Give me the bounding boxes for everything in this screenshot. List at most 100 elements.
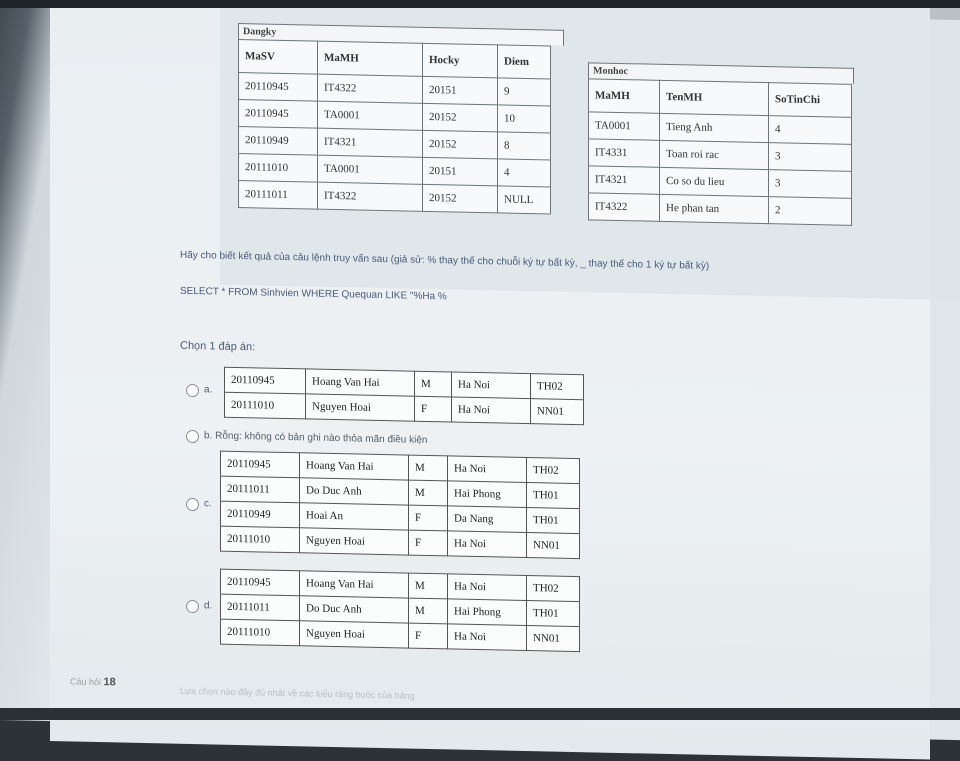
option-c-cell: TH01 [526, 482, 580, 509]
monhoc-cell: TA0001 [588, 111, 660, 141]
dangky-cell: 20111011 [238, 180, 318, 210]
option-a-cell: Hoang Van Hai [305, 368, 415, 397]
option-c-cell: M [408, 455, 448, 481]
dangky-cell: IT4322 [317, 182, 423, 212]
option-c-cell: Da Nang [447, 505, 527, 533]
next-question-indicator[interactable]: Câu hỏi 18 [70, 675, 116, 688]
monhoc-cell: Tieng Anh [659, 113, 769, 143]
question-label: Câu hỏi [70, 676, 102, 688]
monitor-bezel-top [0, 0, 960, 8]
monhoc-table-wrapper: Monhoc MaMH TenMH SoTinChi TA0001 Tieng Anh 4… [588, 62, 854, 226]
monhoc-cell: Toan roi rac [659, 140, 769, 170]
dangky-column-header: MaSV [238, 39, 318, 75]
monhoc-cell: IT4331 [588, 138, 660, 168]
question-number: 18 [103, 676, 116, 689]
dangky-cell: 20151 [422, 157, 498, 186]
option-d-cell: TH01 [526, 600, 580, 627]
dangky-cell: TA0001 [317, 155, 423, 185]
dangky-cell: IT4321 [317, 128, 423, 158]
option-c-cell: TH02 [526, 457, 580, 484]
option-c-cell: Do Duc Anh [299, 477, 409, 506]
option-d-cell: Ha Noi [447, 623, 527, 651]
option-a-cell: 20110945 [224, 367, 306, 394]
monitor-screen: Dangky MaSV MaMH Hocky Diem 20110945 IT4322 20… [0, 0, 960, 760]
monhoc-cell: IT4322 [588, 192, 660, 222]
option-a-cell: Ha Noi [451, 371, 531, 399]
monitor-bezel-bottom [0, 708, 960, 720]
dangky-cell: 20111010 [238, 153, 318, 183]
option-d-cell: M [408, 598, 448, 624]
dangky-cell: 20110945 [238, 99, 318, 129]
option-d-table[interactable]: 20110945 Hoang Van Hai M Ha Noi TH02 20111011… [220, 568, 580, 653]
option-d-radio[interactable] [186, 599, 199, 614]
dangky-cell: 20152 [422, 184, 498, 213]
dangky-cell: 20151 [422, 76, 498, 105]
option-c-cell: Ha Noi [447, 455, 527, 483]
option-d-cell: Hoang Van Hai [299, 570, 409, 599]
monhoc-column-header: SoTinChi [768, 82, 852, 118]
option-c-cell: Hoang Van Hai [299, 452, 409, 481]
option-c-cell: M [408, 480, 448, 506]
dangky-cell: 10 [497, 104, 551, 134]
dangky-cell: 8 [497, 131, 551, 161]
option-d-cell: M [408, 573, 448, 599]
option-d-cell: Hai Phong [447, 598, 527, 626]
dangky-cell: 4 [497, 158, 551, 188]
monhoc-column-header: TenMH [659, 80, 769, 116]
option-c-cell: Hai Phong [447, 480, 527, 508]
monhoc-cell: 3 [768, 169, 852, 199]
option-a-cell: NN01 [530, 398, 584, 425]
option-c-cell: NN01 [526, 532, 580, 559]
option-d-cell: Do Duc Anh [299, 595, 409, 624]
dangky-cell: TA0001 [317, 101, 423, 131]
dangky-column-header: Diem [497, 44, 551, 80]
dangky-cell: 20152 [422, 103, 498, 132]
option-d-cell: 20110945 [220, 569, 300, 596]
option-d-cell: Ha Noi [447, 573, 527, 601]
option-a-radio[interactable] [186, 383, 199, 398]
monhoc-cell: 2 [768, 196, 852, 226]
option-c-cell: Nguyen Hoai [299, 527, 409, 556]
dangky-cell: IT4322 [317, 74, 423, 104]
option-d-cell: 20111010 [220, 619, 300, 646]
option-a-cell: Ha Noi [451, 396, 531, 424]
option-d-label: d. [204, 600, 213, 612]
option-c-cell: 20111010 [220, 526, 300, 553]
option-a-cell: M [414, 371, 452, 397]
dangky-cell: NULL [497, 185, 551, 215]
option-c-cell: F [408, 505, 448, 531]
monhoc-cell: Co so du lieu [659, 167, 769, 197]
option-c-cell: TH01 [526, 507, 580, 534]
monhoc-cell: 4 [768, 115, 852, 145]
option-c-cell: F [408, 530, 448, 556]
option-a-cell: 20111010 [224, 392, 306, 419]
option-d-cell: F [408, 623, 448, 649]
dangky-cell: 20110949 [238, 126, 318, 156]
monhoc-cell: 3 [768, 142, 852, 172]
option-b-radio[interactable] [186, 429, 199, 444]
option-a-table[interactable]: 20110945 Hoang Van Hai M Ha Noi TH02 20111010… [224, 366, 584, 426]
option-d-cell: Nguyen Hoai [299, 620, 409, 649]
monhoc-column-header: MaMH [588, 78, 660, 114]
dangky-column-header: Hocky [422, 43, 498, 78]
monhoc-table: MaMH TenMH SoTinChi TA0001 Tieng Anh 4 IT4331 T… [588, 78, 852, 226]
option-d-cell: 20111011 [220, 594, 300, 621]
dangky-cell: 20110945 [238, 72, 318, 102]
dangky-cell: 20152 [422, 130, 498, 159]
option-c-cell: 20110945 [220, 451, 300, 478]
option-c-table[interactable]: 20110945 Hoang Van Hai M Ha Noi TH02 20111011… [220, 450, 580, 560]
monhoc-cell: IT4321 [588, 165, 660, 195]
option-c-radio[interactable] [186, 497, 199, 512]
option-c-cell: 20111011 [220, 476, 300, 503]
choose-answer-label: Chọn 1 đáp án: [180, 339, 256, 354]
option-a-cell: F [414, 396, 452, 422]
option-d-cell: NN01 [526, 625, 580, 652]
option-a-cell: TH02 [530, 373, 584, 400]
option-c-cell: Ha Noi [447, 530, 527, 558]
option-c-label: c. [204, 498, 212, 510]
monhoc-row: IT4322 He phan tan 2 [588, 192, 852, 226]
dangky-cell: 9 [497, 77, 551, 107]
option-d-cell: TH02 [526, 575, 580, 602]
option-a-label: a. [204, 384, 213, 396]
dangky-column-header: MaMH [317, 41, 423, 77]
